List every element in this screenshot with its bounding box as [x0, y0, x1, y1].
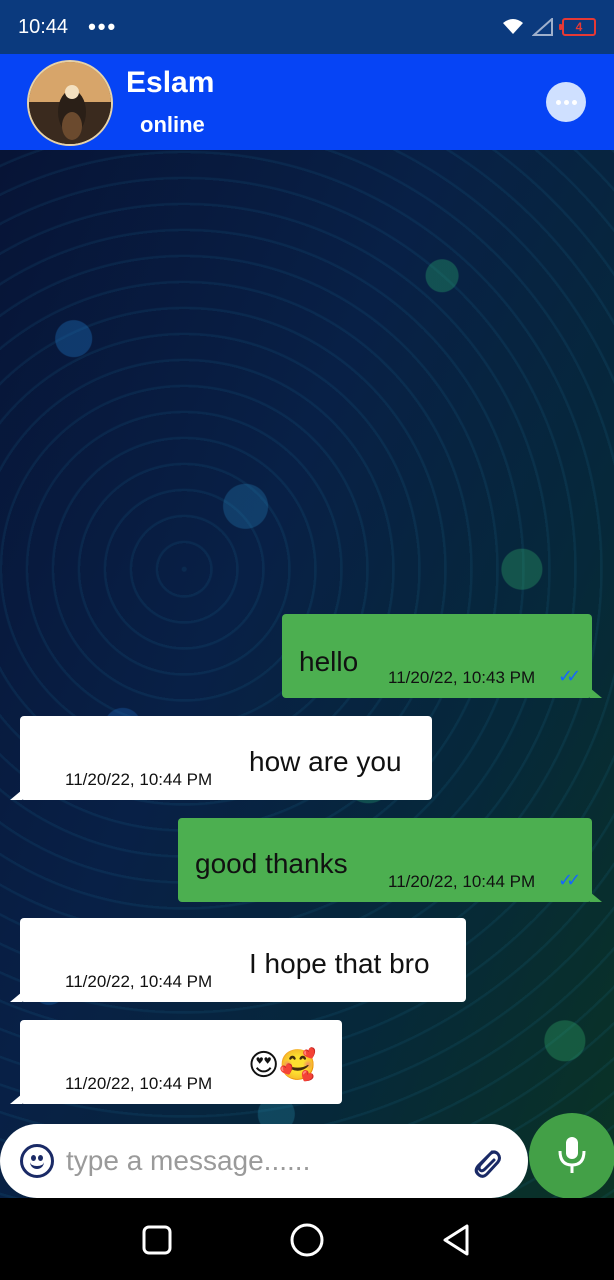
message-outgoing[interactable]: good thanks 11/20/22, 10:44 PM ✓✓: [178, 818, 602, 902]
message-incoming[interactable]: 😍🥰 11/20/22, 10:44 PM: [10, 1020, 342, 1104]
message-time: 11/20/22, 10:44 PM: [65, 770, 213, 789]
read-ticks-icon: ✓✓: [558, 666, 581, 686]
message-emoji: 😍🥰: [248, 1049, 317, 1082]
status-time: 10:44: [18, 15, 69, 38]
message-incoming[interactable]: I hope that bro 11/20/22, 10:44 PM: [10, 918, 466, 1002]
emoji-icon[interactable]: [20, 1144, 54, 1178]
status-bar: 10:44 ••• 4: [0, 0, 614, 54]
message-time: 11/20/22, 10:44 PM: [65, 1074, 213, 1093]
emoji-smile: [30, 1161, 44, 1169]
home-circle-icon[interactable]: [287, 1220, 327, 1260]
signal-icon: [532, 18, 553, 36]
contact-name[interactable]: Eslam: [126, 66, 214, 100]
more-dot: [563, 99, 569, 105]
message-time: 11/20/22, 10:44 PM: [65, 972, 213, 991]
message-outgoing[interactable]: hello 11/20/22, 10:43 PM ✓✓: [282, 614, 602, 698]
back-triangle-icon[interactable]: [437, 1220, 477, 1260]
contact-status: online: [140, 112, 205, 137]
chat-header: Eslam online: [0, 54, 614, 150]
system-navigation-bar: [0, 1198, 614, 1280]
message-composer: [0, 1124, 528, 1198]
chat-area[interactable]: hello 11/20/22, 10:43 PM ✓✓ how are you …: [0, 150, 614, 1198]
battery-level: 4: [575, 20, 583, 34]
battery-icon: 4: [559, 18, 596, 36]
wifi-icon: [503, 19, 523, 34]
avatar[interactable]: [27, 60, 113, 146]
message-text: I hope that bro: [249, 948, 430, 979]
more-dot: [571, 99, 577, 105]
message-time: 11/20/22, 10:43 PM: [388, 668, 536, 687]
microphone-icon: [558, 1137, 586, 1173]
message-input[interactable]: [66, 1138, 446, 1184]
status-dots: •••: [88, 14, 118, 39]
message-time: 11/20/22, 10:44 PM: [388, 872, 536, 891]
more-dot: [555, 99, 561, 105]
status-icons: 4: [502, 18, 596, 36]
message-text: good thanks: [195, 848, 348, 879]
message-text: hello: [299, 646, 359, 677]
message-text: how are you: [249, 746, 402, 777]
message-incoming[interactable]: how are you 11/20/22, 10:44 PM: [10, 716, 432, 800]
recents-square-icon[interactable]: [137, 1220, 177, 1260]
avatar-image: [29, 62, 111, 144]
read-ticks-icon: ✓✓: [558, 870, 581, 890]
attachment-icon[interactable]: [468, 1144, 504, 1180]
more-options-button[interactable]: [546, 82, 586, 122]
voice-record-button[interactable]: [529, 1113, 614, 1199]
